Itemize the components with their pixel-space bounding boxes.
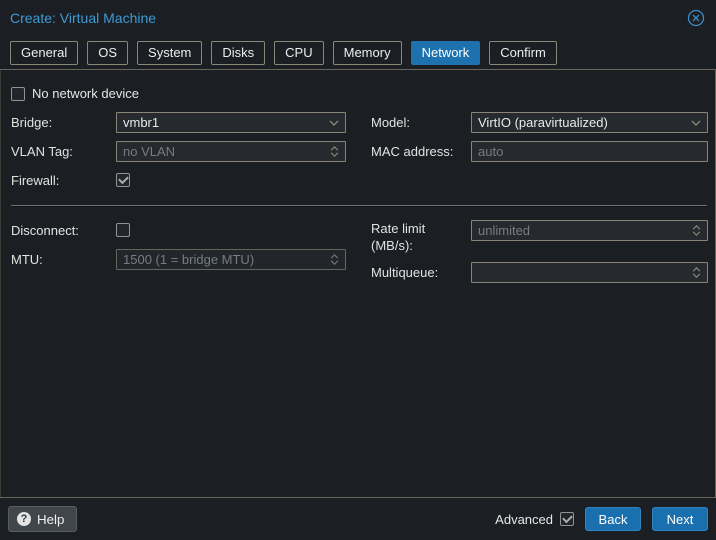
- main-right-column: Model: VirtIO (paravirtualized) MAC addr…: [371, 112, 708, 199]
- chevron-down-icon: [692, 231, 700, 236]
- bridge-dropdown-trigger[interactable]: [323, 113, 345, 132]
- rate-limit-input[interactable]: [478, 221, 685, 240]
- bridge-row: Bridge: vmbr1: [11, 112, 371, 133]
- next-button[interactable]: Next: [652, 507, 708, 531]
- multiqueue-row: Multiqueue:: [371, 262, 708, 283]
- chevron-down-icon: [691, 120, 701, 126]
- main-left-column: Bridge: vmbr1 VLAN Tag: no VLAN Firewall…: [11, 112, 371, 199]
- firewall-row: Firewall:: [11, 170, 371, 191]
- tab-system[interactable]: System: [137, 40, 203, 65]
- chevron-up-icon: [330, 254, 338, 259]
- vlan-tag-field: [116, 141, 346, 162]
- vlan-tag-row: VLAN Tag:: [11, 141, 371, 162]
- chevron-down-icon: [329, 120, 339, 126]
- advanced-section-divider: [11, 205, 707, 207]
- help-button-label: Help: [37, 511, 65, 527]
- model-combobox[interactable]: VirtIO (paravirtualized): [471, 112, 708, 133]
- tab-cpu[interactable]: CPU: [274, 40, 324, 65]
- tab-confirm[interactable]: Confirm: [489, 40, 557, 65]
- rate-limit-label: Rate limit (MB/s):: [371, 221, 426, 253]
- mac-address-row: MAC address:: [371, 141, 708, 162]
- advanced-right-column: Rate limit (MB/s): Multiqueue:: [371, 220, 708, 291]
- firewall-label: Firewall:: [11, 173, 60, 188]
- help-button[interactable]: ? Help: [8, 506, 78, 532]
- no-network-device-row: No network device: [11, 86, 707, 101]
- chevron-up-icon: [692, 225, 700, 230]
- dialog-title: Create: Virtual Machine: [10, 10, 157, 26]
- chevron-up-icon: [330, 146, 338, 151]
- mtu-row: MTU:: [11, 249, 371, 270]
- model-label: Model:: [371, 115, 411, 130]
- tab-memory[interactable]: Memory: [332, 40, 402, 65]
- bridge-value: vmbr1: [123, 115, 160, 130]
- bridge-label: Bridge:: [11, 115, 53, 130]
- chevron-down-icon: [330, 260, 338, 265]
- rate-limit-field: [471, 220, 708, 241]
- network-form-panel: No network device Bridge: vmbr1 VLAN Tag…: [0, 70, 716, 497]
- advanced-fields-section: Disconnect: MTU: Rate lim: [11, 220, 708, 291]
- disconnect-label: Disconnect:: [11, 223, 79, 238]
- chevron-up-icon: [692, 267, 700, 272]
- model-row: Model: VirtIO (paravirtualized): [371, 112, 708, 133]
- bridge-combobox[interactable]: vmbr1: [116, 112, 346, 133]
- multiqueue-spinner[interactable]: [685, 263, 707, 282]
- rate-limit-row: Rate limit (MB/s):: [371, 220, 708, 254]
- dialog-header: Create: Virtual Machine: [0, 0, 716, 36]
- mac-address-input[interactable]: [478, 142, 707, 161]
- tab-disks[interactable]: Disks: [211, 40, 266, 65]
- disconnect-row: Disconnect:: [11, 220, 371, 241]
- advanced-left-column: Disconnect: MTU:: [11, 220, 371, 291]
- footer-actions: Advanced Back Next: [495, 507, 708, 531]
- dialog-footer: ? Help Advanced Back Next: [0, 498, 716, 540]
- multiqueue-field: [471, 262, 708, 283]
- tab-general[interactable]: General: [10, 40, 79, 65]
- multiqueue-input[interactable]: [478, 263, 685, 282]
- mtu-spinner[interactable]: [323, 250, 345, 269]
- main-fields-section: Bridge: vmbr1 VLAN Tag: no VLAN Firewall…: [11, 112, 708, 199]
- no-network-device-checkbox[interactable]: [11, 86, 25, 101]
- model-dropdown-trigger[interactable]: [685, 113, 707, 132]
- close-button[interactable]: [686, 8, 706, 28]
- wizard-tabbar: General OS System Disks CPU Memory Netwo…: [0, 36, 716, 70]
- vlan-tag-label: VLAN Tag:: [11, 144, 73, 159]
- disconnect-checkbox[interactable]: [116, 223, 130, 237]
- mtu-field: [116, 249, 346, 270]
- tab-network[interactable]: Network: [410, 40, 481, 65]
- vlan-tag-input[interactable]: [123, 142, 323, 161]
- model-value: VirtIO (paravirtualized): [478, 115, 608, 130]
- chevron-down-icon: [692, 273, 700, 278]
- create-vm-dialog: Create: Virtual Machine General OS Syste…: [0, 0, 716, 540]
- advanced-checkbox[interactable]: [560, 512, 574, 526]
- firewall-checkbox[interactable]: [116, 173, 130, 187]
- mac-address-field: [471, 141, 708, 162]
- multiqueue-label: Multiqueue:: [371, 265, 439, 280]
- help-question-icon: ?: [17, 512, 31, 526]
- mac-address-label: MAC address:: [371, 144, 454, 159]
- mtu-label: MTU:: [11, 252, 43, 267]
- vlan-tag-spinner[interactable]: [323, 142, 345, 161]
- advanced-label: Advanced: [495, 511, 553, 527]
- no-network-device-label: No network device: [32, 86, 139, 101]
- rate-limit-spinner[interactable]: [685, 221, 707, 240]
- mtu-input[interactable]: [123, 250, 323, 269]
- chevron-down-icon: [330, 152, 338, 157]
- close-icon: [687, 9, 705, 27]
- back-button[interactable]: Back: [585, 507, 641, 531]
- tab-os[interactable]: OS: [87, 40, 129, 65]
